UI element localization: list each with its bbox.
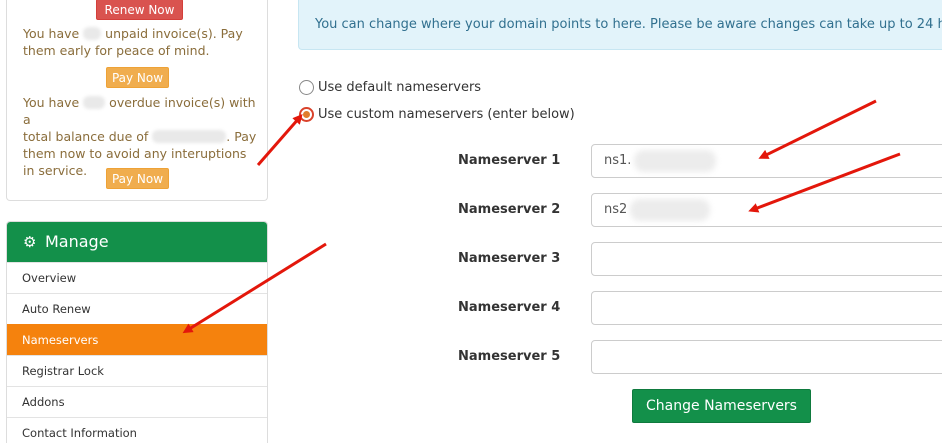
overdue-text: total balance due of <box>23 129 149 144</box>
radio-button-selected[interactable] <box>299 107 314 122</box>
radio-label: Use default nameservers <box>318 80 482 95</box>
renew-now-button[interactable]: Renew Now <box>96 0 183 20</box>
unpaid-text: You have <box>23 26 80 41</box>
redacted-nameserver-2 <box>630 199 710 221</box>
menu-item-addons[interactable]: Addons <box>7 386 267 417</box>
radio-button[interactable] <box>299 80 314 95</box>
overdue-text: . Pay <box>226 129 257 144</box>
overdue-text: in service. <box>23 163 88 178</box>
overdue-text: them now to avoid any interuptions <box>23 146 247 161</box>
manage-menu: ⚙ Manage Overview Auto Renew Nameservers … <box>6 221 268 443</box>
redacted-amount <box>152 130 227 143</box>
radio-custom-nameservers[interactable]: Use custom nameservers (enter below) <box>299 107 575 123</box>
nameserver-2-label: Nameserver 2 <box>458 202 561 217</box>
radio-label: Use custom nameservers (enter below) <box>318 107 575 122</box>
nameserver-4-label: Nameserver 4 <box>458 300 561 315</box>
nameserver-3-input[interactable] <box>591 242 942 276</box>
menu-item-registrar-lock[interactable]: Registrar Lock <box>7 355 267 386</box>
invoice-notice-panel: Renew Now You have unpaid invoice(s). Pa… <box>6 0 268 201</box>
overdue-text: You have <box>23 95 80 110</box>
nameserver-5-input[interactable] <box>591 340 942 374</box>
nameserver-2-value: ns2 <box>604 202 628 217</box>
gear-icon: ⚙ <box>23 233 37 251</box>
menu-item-auto-renew[interactable]: Auto Renew <box>7 293 267 324</box>
unpaid-text: unpaid invoice(s). Pay <box>105 26 243 41</box>
redacted-count <box>83 27 102 40</box>
manage-title: Manage <box>45 232 109 251</box>
nameserver-5-label: Nameserver 5 <box>458 349 561 364</box>
info-alert: You can change where your domain points … <box>298 0 942 50</box>
manage-header: ⚙ Manage <box>7 222 267 262</box>
domain-nameservers-page: Renew Now You have unpaid invoice(s). Pa… <box>0 0 942 443</box>
nameserver-1-value: ns1. <box>604 153 632 168</box>
change-nameservers-button[interactable]: Change Nameservers <box>632 389 811 423</box>
nameserver-3-label: Nameserver 3 <box>458 251 561 266</box>
redacted-count <box>83 96 106 109</box>
redacted-nameserver-1 <box>634 150 716 172</box>
overdue-invoice-notice: You have overdue invoice(s) with a total… <box>23 94 267 179</box>
unpaid-invoice-notice: You have unpaid invoice(s). Pay them ear… <box>23 25 243 59</box>
unpaid-text: them early for peace of mind. <box>23 43 210 58</box>
radio-default-nameservers[interactable]: Use default nameservers <box>299 80 481 96</box>
pay-now-button-overdue[interactable]: Pay Now <box>106 168 169 189</box>
nameserver-1-label: Nameserver 1 <box>458 153 561 168</box>
pay-now-button[interactable]: Pay Now <box>106 67 169 88</box>
nameserver-4-input[interactable] <box>591 291 942 325</box>
menu-item-contact-information[interactable]: Contact Information <box>7 417 267 443</box>
menu-item-nameservers[interactable]: Nameservers <box>7 324 267 355</box>
menu-item-overview[interactable]: Overview <box>7 262 267 293</box>
